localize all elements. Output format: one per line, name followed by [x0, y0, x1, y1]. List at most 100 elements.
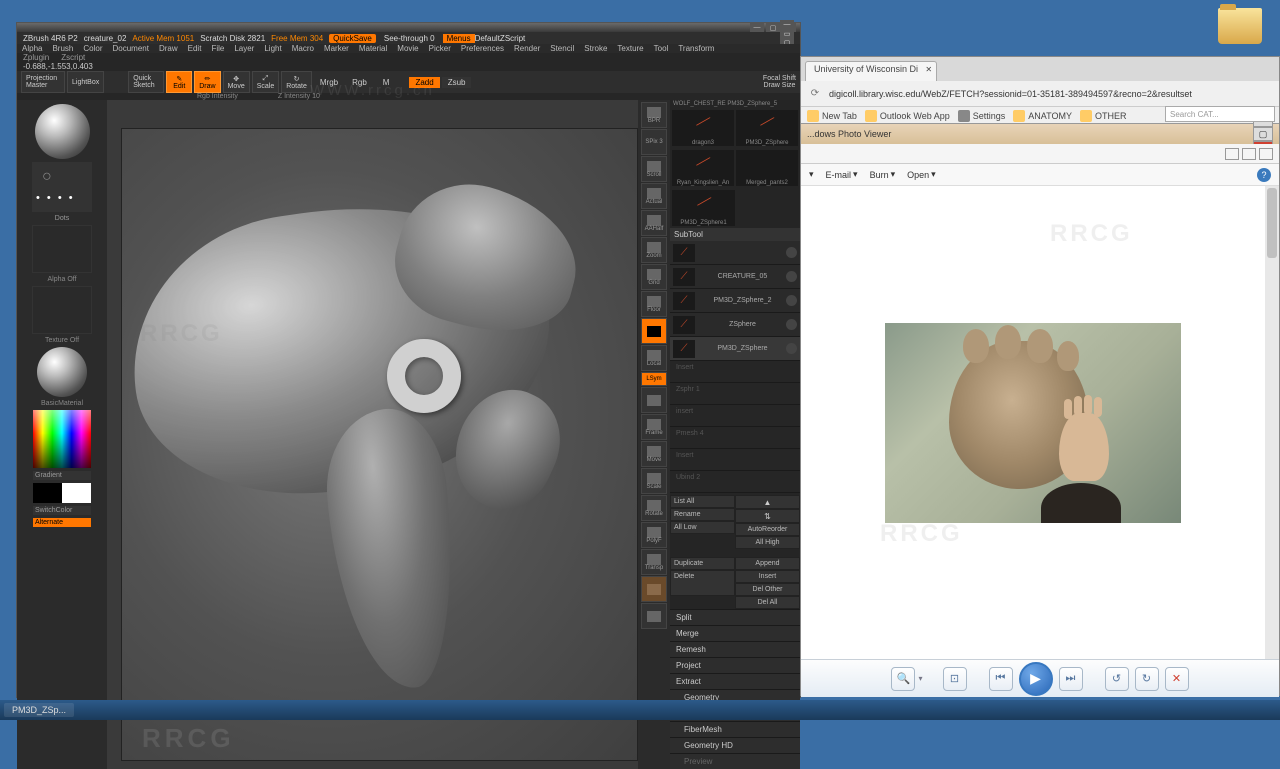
zoom-button[interactable]: Zoom [641, 237, 667, 263]
floor-button[interactable]: Floor [641, 291, 667, 317]
taskbar[interactable]: PM3D_ZSp... [0, 700, 1280, 720]
menu-picker[interactable]: Picker [429, 44, 451, 53]
zb-restore-icon[interactable]: ▭ [780, 29, 794, 38]
menu-document[interactable]: Document [113, 44, 149, 53]
bookmark-settings[interactable]: Settings [958, 110, 1006, 122]
menu-stroke[interactable]: Stroke [584, 44, 607, 53]
texture-slot[interactable] [32, 286, 92, 334]
menu-file[interactable]: File [211, 44, 224, 53]
local-button[interactable]: Local [641, 345, 667, 371]
actual-button[interactable]: Actual [641, 183, 667, 209]
gradient-button[interactable]: Gradient [33, 471, 91, 480]
zbrush-titlebar[interactable]: — ▢ ✕ [17, 23, 800, 32]
dropdown-icon[interactable]: ▾ [809, 169, 814, 180]
spix-button[interactable]: SPix 3 [641, 129, 667, 155]
desktop-folder-icon[interactable] [1218, 8, 1262, 44]
view-icon-2[interactable] [1242, 148, 1256, 160]
visibility-icon[interactable] [786, 247, 797, 258]
email-button[interactable]: E-mail ▾ [826, 169, 858, 180]
bpr-button[interactable]: BPR [641, 102, 667, 128]
quick-sketch-button[interactable]: Quick Sketch [128, 71, 164, 93]
alternate-button[interactable]: Alternate [33, 518, 91, 527]
rename-button[interactable]: Rename [670, 508, 735, 521]
url-field[interactable]: digicoll.library.wisc.edu/WebZ/FETCH?ses… [829, 89, 1273, 99]
scroll-button[interactable]: Scroll [641, 156, 667, 182]
menu-transform[interactable]: Transform [678, 44, 714, 53]
zoom-dropdown-icon[interactable]: ▾ [918, 674, 922, 683]
merge-section[interactable]: Merge [670, 625, 800, 641]
focal-shift[interactable]: Focal Shift Draw Size [763, 75, 796, 89]
bookmark-owa[interactable]: Outlook Web App [865, 110, 950, 122]
menu-edit[interactable]: Edit [188, 44, 202, 53]
aahalf-button[interactable]: AAHalf [641, 210, 667, 236]
menus-button[interactable]: Menus [443, 34, 475, 43]
delete-photo-button[interactable]: ✕ [1165, 667, 1189, 691]
subtool-slot[interactable]: Insert [670, 361, 800, 383]
menu-material[interactable]: Material [359, 44, 387, 53]
subtool-item-3[interactable]: ⟋ZSphere [670, 313, 800, 337]
color-swatches[interactable] [33, 483, 91, 503]
all-low-button[interactable]: All Low [670, 521, 735, 534]
grid-button[interactable]: Grid [641, 264, 667, 290]
persp-button[interactable] [641, 318, 667, 344]
play-slideshow-button[interactable]: ▶ [1019, 662, 1053, 696]
maximize-icon[interactable]: ▢ [766, 23, 780, 32]
tool-thumb-4[interactable]: Merged_pants2 [736, 150, 798, 186]
subtool-slot[interactable]: insert [670, 405, 800, 427]
del-all-button[interactable]: Del All [735, 596, 800, 609]
visibility-icon[interactable] [786, 343, 797, 354]
menu-marker[interactable]: Marker [324, 44, 349, 53]
view-icon-1[interactable] [1225, 148, 1239, 160]
duplicate-button[interactable]: Duplicate [670, 557, 735, 570]
stroke-dots-icon[interactable] [32, 162, 92, 212]
nav-scale-button[interactable]: Scale [641, 468, 667, 494]
subtool-slot[interactable]: Pmesh 4 [670, 427, 800, 449]
photo-viewer-titlebar[interactable]: ...dows Photo Viewer Search CAT... — ▢ ✕ [801, 124, 1279, 144]
visibility-icon[interactable] [786, 319, 797, 330]
viewport[interactable]: WWW.rrcg.cn RRCG [107, 100, 638, 769]
projection-master-button[interactable]: Projection Master [21, 71, 65, 93]
fibermesh-section[interactable]: FiberMesh [670, 721, 800, 737]
zb-minimize-icon[interactable]: — [780, 20, 794, 29]
search-input[interactable]: Search CAT... [1165, 106, 1275, 122]
edit-button[interactable]: ✎Edit [166, 71, 192, 93]
visibility-icon[interactable] [786, 295, 797, 306]
menu-color[interactable]: Color [83, 44, 102, 53]
fit-button[interactable]: ⊡ [943, 667, 967, 691]
minimize-icon[interactable]: — [750, 23, 764, 32]
brush-preview-icon[interactable] [35, 104, 90, 159]
subtool-slot[interactable]: Ubind 2 [670, 471, 800, 493]
burn-button[interactable]: Burn ▾ [870, 169, 896, 180]
menu-zscript[interactable]: Zscript [61, 53, 85, 62]
xpose-button[interactable] [641, 387, 667, 413]
polyf-button[interactable]: PolyF [641, 522, 667, 548]
subtool-item-4[interactable]: ⟋PM3D_ZSphere [670, 337, 800, 361]
menu-alpha[interactable]: Alpha [22, 44, 42, 53]
nav-move-button[interactable]: Move [641, 441, 667, 467]
menu-movie[interactable]: Movie [397, 44, 418, 53]
preview-section[interactable]: Preview [670, 753, 800, 769]
alpha-slot[interactable] [32, 225, 92, 273]
scrollbar[interactable] [1265, 186, 1279, 659]
remesh-section[interactable]: Remesh [670, 641, 800, 657]
list-all-button[interactable]: List All [670, 495, 735, 508]
menu-render[interactable]: Render [514, 44, 540, 53]
move-down-button[interactable]: ⇅ [735, 509, 800, 523]
tool-thumb-1[interactable]: ⟋dragon3 [672, 110, 734, 146]
transp-button[interactable]: Transp [641, 549, 667, 575]
material-preview-icon[interactable] [37, 347, 87, 397]
subtool-item-1[interactable]: ⟋CREATURE_05 [670, 265, 800, 289]
del-other-button[interactable]: Del Other [735, 583, 800, 596]
tool-thumb-2[interactable]: ⟋PM3D_ZSphere [736, 110, 798, 146]
menu-zplugin[interactable]: Zplugin [23, 53, 49, 62]
all-high-button[interactable]: All High [735, 536, 800, 549]
append-button[interactable]: Append [735, 557, 800, 570]
solo-button[interactable] [641, 603, 667, 629]
help-icon[interactable]: ? [1257, 168, 1271, 182]
menu-tool[interactable]: Tool [654, 44, 669, 53]
rgb-intensity-label[interactable]: Rgb Intensity [197, 93, 238, 100]
menu-layer[interactable]: Layer [234, 44, 254, 53]
geometry-hd-section[interactable]: Geometry HD [670, 737, 800, 753]
pv-maximize-icon[interactable]: ▢ [1253, 127, 1273, 141]
subtool-item-2[interactable]: ⟋PM3D_ZSphere_2 [670, 289, 800, 313]
